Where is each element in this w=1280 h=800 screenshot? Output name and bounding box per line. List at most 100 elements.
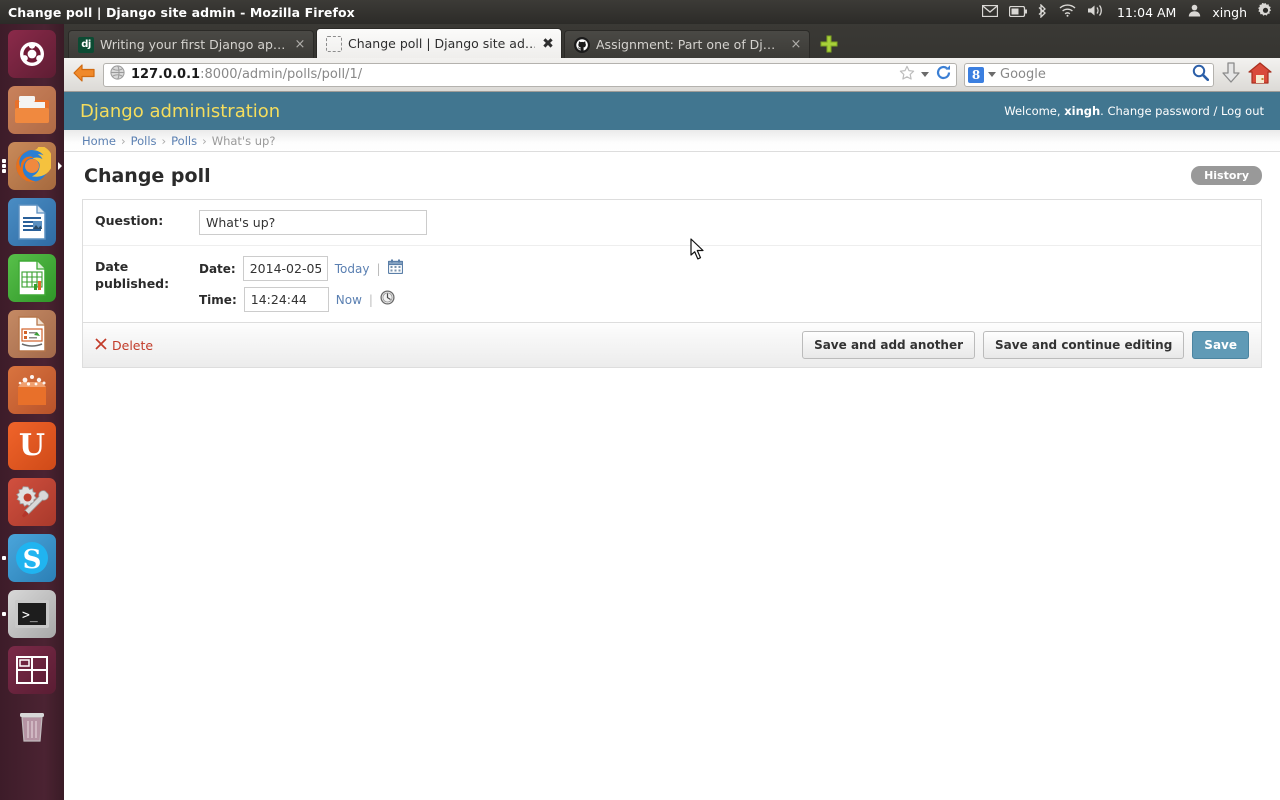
breadcrumb-separator: ›	[161, 133, 167, 148]
today-link[interactable]: Today	[335, 262, 370, 276]
welcome-username: xingh	[1064, 104, 1101, 118]
launcher-item-libreoffice-calc[interactable]	[8, 254, 56, 302]
time-label: Time:	[199, 292, 237, 307]
volume-icon[interactable]	[1087, 4, 1105, 20]
close-icon[interactable]: ✖	[541, 37, 555, 51]
launcher-item-skype[interactable]: S	[2, 534, 56, 582]
date-widget-row: Date: Today |	[199, 256, 403, 281]
clock-label[interactable]: 11:04 AM	[1116, 5, 1177, 20]
launcher-item-ubuntu-dash[interactable]	[8, 30, 56, 78]
star-icon[interactable]	[899, 65, 915, 85]
system-tray: 11:04 AM xingh	[981, 2, 1280, 21]
breadcrumb: Home › Polls › Polls › What's up?	[64, 130, 1280, 152]
launcher-running-pip	[2, 164, 6, 168]
clock-icon[interactable]	[380, 290, 395, 309]
history-button[interactable]: History	[1191, 166, 1262, 185]
envelope-icon[interactable]	[981, 4, 999, 20]
delete-link[interactable]: Delete	[95, 338, 153, 353]
save-button-group: Save and add another Save and continue e…	[802, 331, 1249, 359]
document-icon	[18, 204, 46, 240]
user-tools-separator: /	[1213, 104, 1218, 118]
launcher-item-ubuntu-one[interactable]: U	[8, 422, 56, 470]
search-input[interactable]: Google	[1000, 67, 1188, 82]
gear-icon[interactable]	[1258, 2, 1273, 21]
username-label[interactable]: xingh	[1212, 5, 1247, 20]
change-password-link[interactable]: Change password	[1107, 104, 1209, 118]
breadcrumb-item-polls-model[interactable]: Polls	[171, 134, 197, 148]
time-pipe: |	[368, 292, 373, 307]
breadcrumb-item-home[interactable]: Home	[82, 134, 116, 148]
object-tools: History	[1191, 164, 1262, 185]
launcher-running-pip	[2, 612, 6, 616]
main-content: History Change poll Question: Date publi…	[64, 152, 1280, 368]
google-icon[interactable]: 8	[968, 66, 984, 83]
launcher-item-system-settings[interactable]	[8, 478, 56, 526]
wifi-icon[interactable]	[1059, 4, 1076, 20]
new-tab-button[interactable]	[816, 31, 842, 57]
search-bar[interactable]: 8 Google	[964, 62, 1214, 87]
ubuntu-one-letter-icon: U	[18, 428, 46, 463]
save-button[interactable]: Save	[1192, 331, 1249, 359]
svg-text:S: S	[23, 545, 42, 575]
window-title: Change poll | Django site admin - Mozill…	[8, 4, 355, 20]
url-text[interactable]: 127.0.0.1:8000/admin/polls/poll/1/	[131, 67, 893, 82]
question-label: Question:	[95, 213, 164, 228]
unity-launcher: U S >_	[0, 24, 64, 800]
question-input[interactable]	[199, 210, 427, 235]
now-link[interactable]: Now	[336, 293, 362, 307]
unity-top-panel: Change poll | Django site admin - Mozill…	[0, 0, 1280, 24]
date-input[interactable]	[242, 256, 328, 281]
calendar-icon[interactable]	[387, 259, 403, 278]
workspace-switcher-icon	[16, 656, 48, 684]
spreadsheet-icon	[18, 260, 46, 296]
skype-icon: S	[16, 542, 48, 575]
launcher-item-terminal[interactable]: >_	[2, 590, 56, 638]
launcher-focused-pip	[58, 162, 62, 170]
launcher-item-firefox[interactable]	[2, 142, 62, 190]
date-label: Date:	[199, 261, 236, 276]
launcher-item-libreoffice-impress[interactable]	[8, 310, 56, 358]
save-and-continue-editing-button[interactable]: Save and continue editing	[983, 331, 1185, 359]
form-row-date-published: Date published: Date: Today | Time:	[83, 246, 1261, 322]
launcher-item-software-center[interactable]	[8, 366, 56, 414]
navigation-toolbar: 127.0.0.1:8000/admin/polls/poll/1/ 8 Goo…	[64, 58, 1280, 92]
chevron-down-icon[interactable]	[921, 72, 929, 77]
launcher-item-libreoffice-writer[interactable]	[8, 198, 56, 246]
chevron-down-icon[interactable]	[988, 72, 996, 77]
browser-tab-2[interactable]: Change poll | Django site ad… ✖	[316, 28, 562, 58]
date-published-label: Date published:	[95, 259, 170, 291]
save-and-add-another-button[interactable]: Save and add another	[802, 331, 976, 359]
close-icon[interactable]: ×	[789, 38, 803, 51]
back-arrow-icon[interactable]	[72, 62, 96, 88]
tab-title: Writing your first Django ap…	[100, 37, 286, 52]
battery-icon[interactable]	[1008, 5, 1027, 20]
reload-icon[interactable]	[935, 64, 952, 85]
browser-tab-1[interactable]: dj Writing your first Django ap… ×	[68, 30, 314, 58]
launcher-item-trash[interactable]	[8, 702, 56, 750]
url-bar[interactable]: 127.0.0.1:8000/admin/polls/poll/1/	[103, 62, 957, 87]
logout-link[interactable]: Log out	[1221, 104, 1264, 118]
terminal-icon: >_	[15, 600, 49, 628]
blank-favicon-icon	[326, 35, 342, 52]
globe-icon	[110, 65, 125, 84]
ubuntu-logo-icon	[20, 42, 44, 66]
time-input[interactable]	[243, 287, 329, 312]
firefox-chrome: dj Writing your first Django ap… × Chang…	[64, 24, 1280, 92]
date-pipe: |	[376, 261, 381, 276]
user-avatar-icon[interactable]	[1188, 4, 1201, 20]
browser-tab-3[interactable]: Assignment: Part one of Dj… ×	[564, 30, 810, 58]
web-page-content: Django administration Welcome, xingh. Ch…	[64, 92, 1280, 800]
delete-label: Delete	[112, 337, 154, 353]
home-icon[interactable]	[1248, 61, 1272, 88]
download-arrow-icon[interactable]	[1221, 61, 1241, 88]
bluetooth-icon[interactable]	[1038, 2, 1048, 21]
launcher-item-workspace-switcher[interactable]	[8, 646, 56, 694]
github-icon	[574, 36, 590, 53]
magnifier-icon[interactable]	[1192, 64, 1210, 85]
breadcrumb-item-polls-app[interactable]: Polls	[131, 134, 157, 148]
site-branding[interactable]: Django administration	[80, 101, 280, 122]
launcher-item-files[interactable]	[8, 86, 56, 134]
close-icon[interactable]: ×	[293, 38, 307, 51]
trash-icon	[20, 713, 44, 742]
gear-wrench-icon	[16, 486, 49, 518]
